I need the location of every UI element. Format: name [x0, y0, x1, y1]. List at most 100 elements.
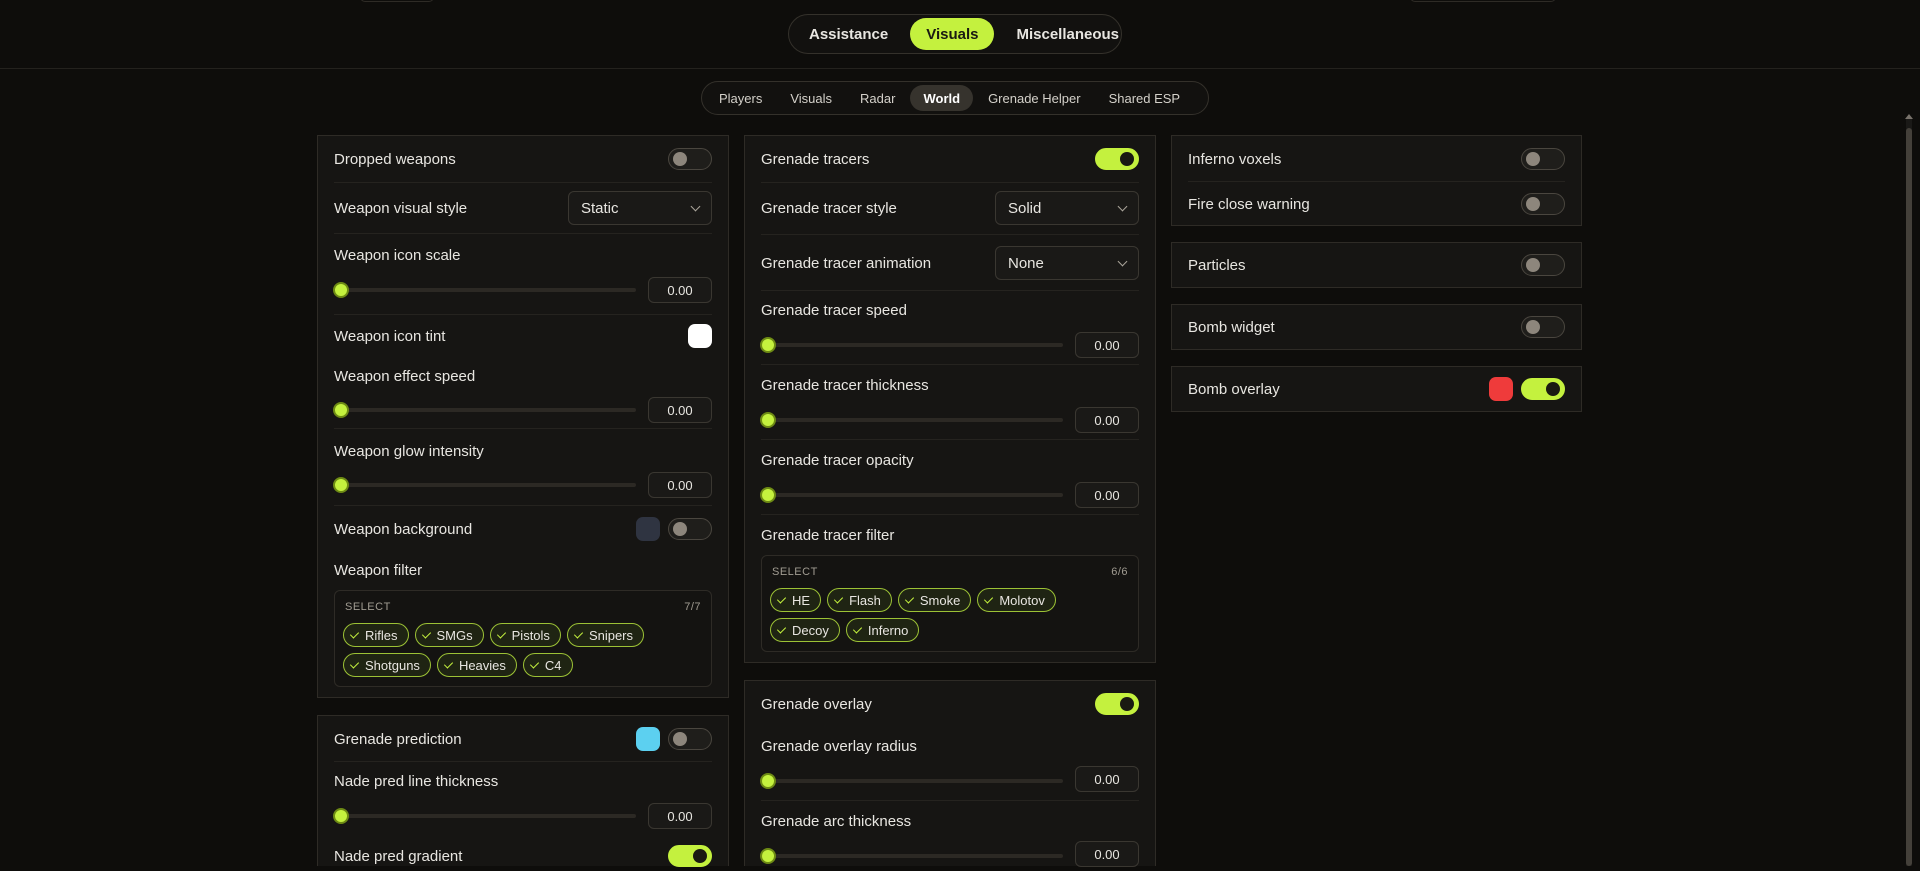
check-icon [349, 658, 360, 669]
tab-assistance[interactable]: Assistance [793, 18, 904, 50]
chip-inferno[interactable]: Inferno [845, 618, 920, 642]
grenade-tracers-row: Grenade tracers [761, 144, 1139, 174]
slider-handle[interactable] [760, 848, 776, 864]
chip-molotov[interactable]: Molotov [977, 588, 1056, 612]
grenade-tracer-style-dropdown[interactable]: Solid [995, 191, 1139, 225]
chip-c4[interactable]: C4 [522, 653, 573, 677]
scroll-up-arrow-icon[interactable] [1905, 114, 1913, 119]
top-left-control[interactable] [360, 0, 434, 2]
subtab-radar[interactable]: Radar [847, 85, 908, 111]
inferno-voxels-toggle[interactable] [1521, 148, 1565, 170]
bomb-overlay-row: Bomb overlay [1188, 374, 1565, 404]
grenade-arc-thickness-label: Grenade arc thickness [761, 813, 912, 830]
subtab-world[interactable]: World [910, 85, 974, 111]
grenade-tracer-filter-select[interactable]: SELECT 6/6 HE Flash Smoke Molotov Decoy I… [761, 555, 1139, 652]
slider-handle[interactable] [333, 282, 349, 298]
weapon-glow-intensity-slider[interactable] [333, 477, 636, 493]
inferno-panel: Inferno voxels Fire close warning [1171, 135, 1582, 226]
chip-snipers[interactable]: Snipers [566, 623, 645, 647]
weapon-filter-select[interactable]: SELECT 7/7 Rifles SMGs Pistols Snipers Sh… [334, 590, 712, 687]
main-tab-bar: Assistance Visuals Miscellaneous [788, 14, 1122, 54]
weapon-icon-tint-row: Weapon icon tint [334, 320, 712, 352]
weapon-glow-intensity-label: Weapon glow intensity [334, 443, 484, 460]
grenade-tracer-animation-dropdown[interactable]: None [995, 246, 1139, 280]
grenade-tracer-opacity-label: Grenade tracer opacity [761, 452, 914, 469]
chip-decoy[interactable]: Decoy [770, 618, 840, 642]
grenade-tracer-opacity-slider[interactable] [760, 487, 1063, 503]
subtab-shared-esp[interactable]: Shared ESP [1096, 85, 1194, 111]
chip-shotguns[interactable]: Shotguns [343, 653, 431, 677]
chip-rifles[interactable]: Rifles [343, 623, 409, 647]
weapon-background-toggle[interactable] [668, 518, 712, 540]
select-label: SELECT [345, 601, 391, 613]
dropped-weapons-row: Dropped weapons [334, 144, 712, 174]
scrollbar-thumb[interactable] [1906, 128, 1912, 866]
bomb-overlay-panel: Bomb overlay [1171, 366, 1582, 412]
bomb-widget-label: Bomb widget [1188, 318, 1275, 336]
weapon-visual-style-row: Weapon visual style Static [334, 190, 712, 226]
select-label: SELECT [772, 566, 818, 578]
nade-pred-line-thickness-value[interactable]: 0.00 [648, 803, 712, 829]
grenade-overlay-radius-value[interactable]: 0.00 [1075, 766, 1139, 792]
tab-visuals[interactable]: Visuals [910, 18, 995, 50]
subtab-players[interactable]: Players [706, 85, 775, 111]
weapon-background-color[interactable] [636, 517, 660, 541]
weapon-icon-scale-slider[interactable] [333, 282, 636, 298]
nade-pred-line-thickness-slider[interactable] [333, 808, 636, 824]
grenade-arc-thickness-slider[interactable] [760, 848, 1063, 864]
grenade-tracer-opacity-value[interactable]: 0.00 [1075, 482, 1139, 508]
chip-smoke[interactable]: Smoke [897, 588, 972, 612]
chip-pistols[interactable]: Pistols [489, 623, 561, 647]
check-icon [529, 658, 540, 669]
grenade-tracers-toggle[interactable] [1095, 148, 1139, 170]
chip-he[interactable]: HE [770, 588, 822, 612]
tab-miscellaneous[interactable]: Miscellaneous [1000, 18, 1135, 50]
particles-toggle[interactable] [1521, 254, 1565, 276]
subtab-grenade-helper[interactable]: Grenade Helper [975, 85, 1094, 111]
grenade-arc-thickness-value[interactable]: 0.00 [1075, 841, 1139, 867]
weapon-icon-scale-value[interactable]: 0.00 [648, 277, 712, 303]
slider-handle[interactable] [760, 337, 776, 353]
grenade-prediction-toggle[interactable] [668, 728, 712, 750]
bomb-widget-panel: Bomb widget [1171, 304, 1582, 350]
weapon-effect-speed-slider[interactable] [333, 402, 636, 418]
chip-smgs[interactable]: SMGs [414, 623, 484, 647]
grenade-prediction-color[interactable] [636, 727, 660, 751]
weapon-visual-style-dropdown[interactable]: Static [568, 191, 712, 225]
bomb-widget-toggle[interactable] [1521, 316, 1565, 338]
slider-handle[interactable] [333, 402, 349, 418]
dropped-weapons-toggle[interactable] [668, 148, 712, 170]
divider [761, 290, 1139, 291]
slider-handle[interactable] [333, 477, 349, 493]
divider [761, 234, 1139, 235]
grenade-tracer-thickness-slider[interactable] [760, 412, 1063, 428]
bomb-overlay-toggle[interactable] [1521, 378, 1565, 400]
divider [761, 800, 1139, 801]
grenade-overlay-row: Grenade overlay [761, 689, 1139, 719]
slider-handle[interactable] [760, 487, 776, 503]
bomb-overlay-label: Bomb overlay [1188, 380, 1280, 398]
top-right-control[interactable] [1410, 0, 1556, 2]
nade-pred-gradient-toggle[interactable] [668, 845, 712, 867]
bomb-overlay-color[interactable] [1489, 377, 1513, 401]
slider-handle[interactable] [760, 773, 776, 789]
grenade-tracer-speed-value[interactable]: 0.00 [1075, 332, 1139, 358]
check-icon [852, 623, 862, 634]
weapon-glow-intensity-value[interactable]: 0.00 [648, 472, 712, 498]
weapon-effect-speed-value[interactable]: 0.00 [648, 397, 712, 423]
weapon-icon-scale-label: Weapon icon scale [334, 247, 461, 264]
check-icon [776, 623, 787, 634]
grenade-tracer-thickness-value[interactable]: 0.00 [1075, 407, 1139, 433]
subtab-visuals[interactable]: Visuals [777, 85, 845, 111]
selection-count: 7/7 [684, 601, 701, 613]
grenade-overlay-toggle[interactable] [1095, 693, 1139, 715]
grenade-overlay-radius-slider[interactable] [760, 773, 1063, 789]
grenade-tracer-speed-slider[interactable] [760, 337, 1063, 353]
weapon-icon-tint-color[interactable] [688, 324, 712, 348]
chip-heavies[interactable]: Heavies [436, 653, 517, 677]
slider-handle[interactable] [760, 412, 776, 428]
grenade-tracer-animation-value: None [1008, 254, 1044, 272]
fire-close-warning-toggle[interactable] [1521, 193, 1565, 215]
chip-flash[interactable]: Flash [827, 588, 892, 612]
slider-handle[interactable] [333, 808, 349, 824]
